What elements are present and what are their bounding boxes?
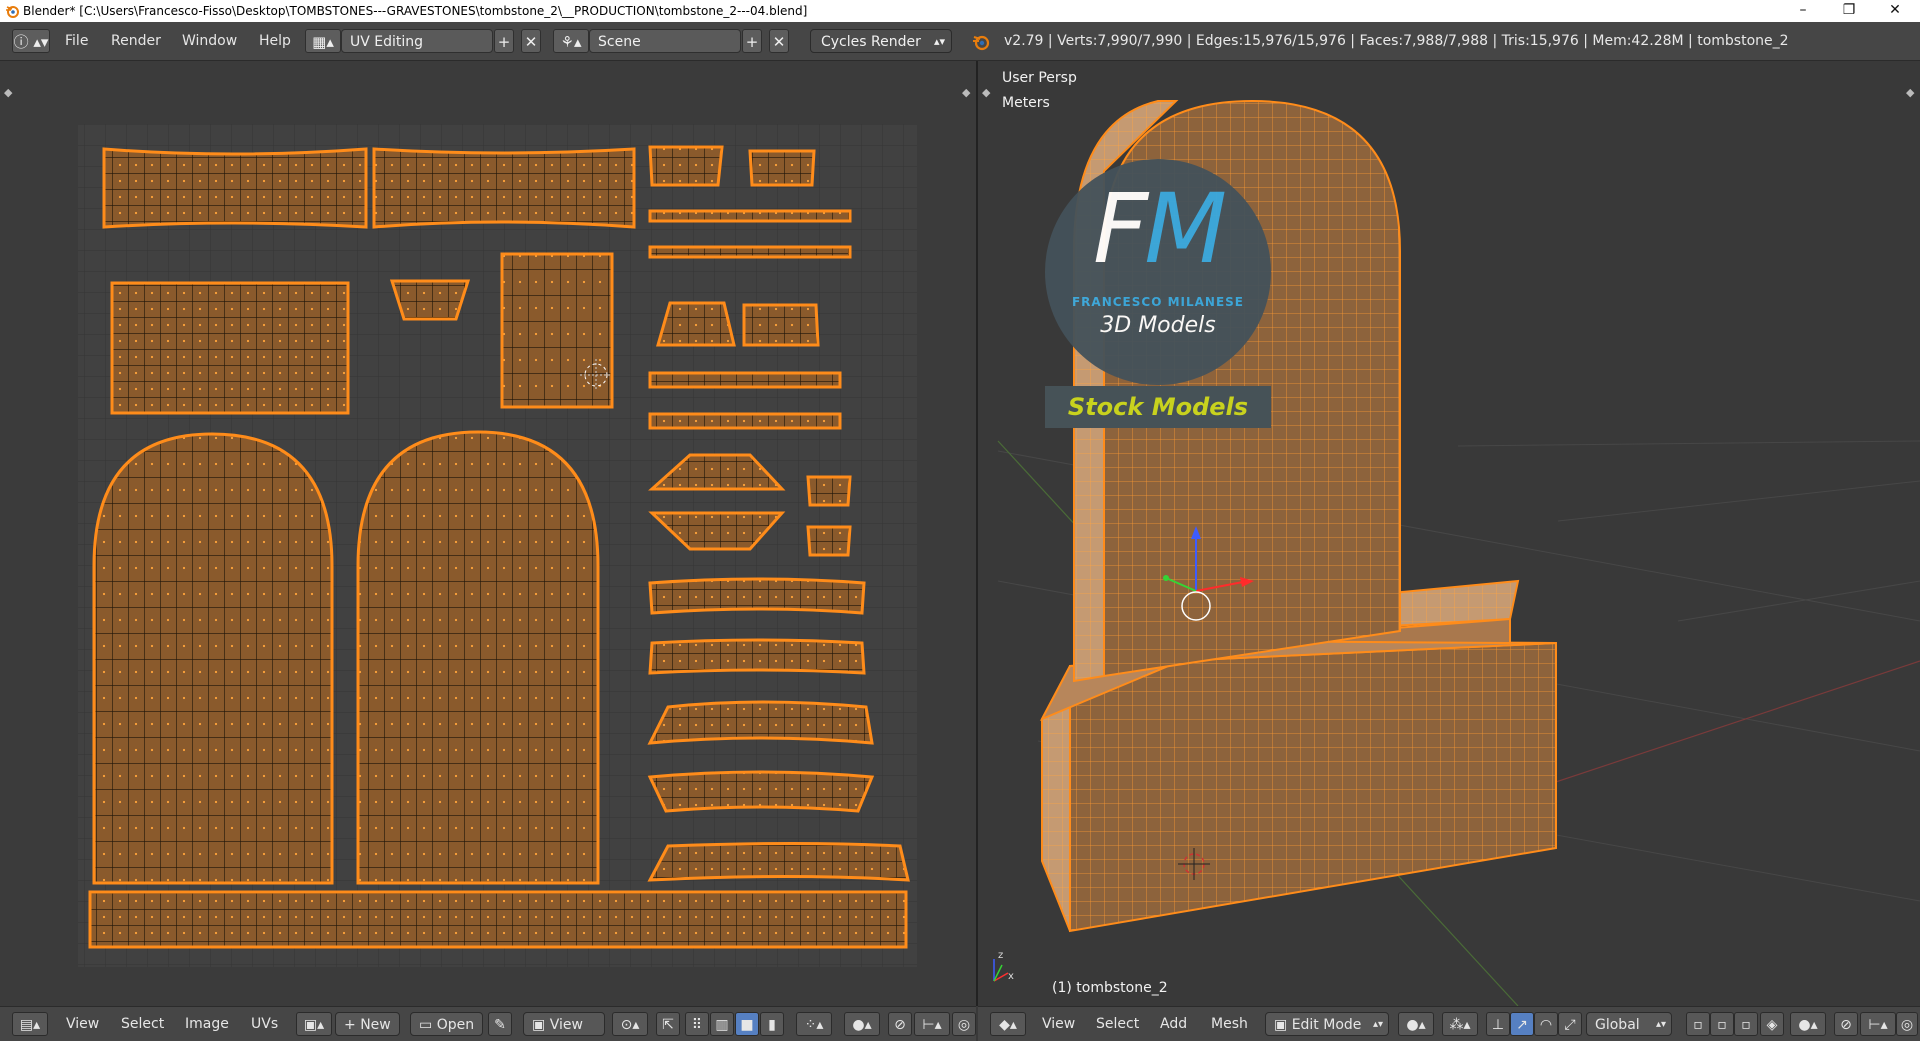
render-preview-icon[interactable]: ◎	[1896, 1012, 1918, 1036]
island-select-icon[interactable]: ▮	[760, 1012, 784, 1036]
proportional-edit-icon[interactable]: ●▴	[844, 1012, 880, 1036]
screen-layout-field[interactable]: UV Editing	[341, 29, 493, 53]
scene-icon[interactable]: ⚘▴	[553, 29, 589, 53]
scene-field[interactable]: Scene	[589, 29, 741, 53]
snap-element-icon[interactable]: ⊢▴	[914, 1012, 950, 1036]
open-image-label: Open	[436, 1017, 475, 1033]
uv-editor-header: ▤▴ View Select Image UVs ▣▴ + New ▭ Open…	[0, 1006, 976, 1041]
brand-tagline: Stock Models	[1045, 386, 1271, 428]
view3d-menu-mesh[interactable]: Mesh	[1211, 1012, 1248, 1036]
sticky-select-icon[interactable]: ⁘▴	[796, 1012, 832, 1036]
info-header: ⓘ ▴▾ File Render Window Help ▦▴ UV Editi…	[0, 22, 1920, 61]
udim-icon[interactable]: ◎	[952, 1012, 976, 1036]
remove-screen-icon[interactable]: ✕	[521, 29, 541, 53]
interaction-mode-label: Edit Mode	[1291, 1017, 1362, 1033]
add-screen-icon[interactable]: +	[494, 29, 514, 53]
interaction-mode-select[interactable]: ▣ Edit Mode ▴▾	[1265, 1012, 1389, 1036]
render-engine-label: Cycles Render	[821, 34, 921, 50]
editor-type-info-button[interactable]: ⓘ ▴▾	[12, 29, 50, 53]
face-select-icon[interactable]: ■	[735, 1012, 759, 1036]
edge-select-icon[interactable]: ▥	[710, 1012, 734, 1036]
plus-icon: +	[344, 1017, 361, 1033]
uv-menu-uvs[interactable]: UVs	[251, 1012, 278, 1036]
menu-window[interactable]: Window	[182, 29, 237, 53]
folder-icon: ▭	[419, 1017, 437, 1033]
vertex-select-icon[interactable]: ⠿	[685, 1012, 709, 1036]
scale-manipulator-icon[interactable]: ⤢	[1558, 1012, 1582, 1036]
add-scene-icon[interactable]: +	[742, 29, 762, 53]
tool-shelf-toggle-icon[interactable]: ◆	[982, 86, 991, 99]
uv-menu-select[interactable]: Select	[121, 1012, 164, 1036]
brand-logo-letters: FM	[1092, 173, 1227, 285]
remove-scene-icon[interactable]: ✕	[769, 29, 789, 53]
svg-text:x: x	[1008, 971, 1014, 982]
window-title: Blender* [C:\Users\Francesco-Fisso\Deskt…	[23, 4, 808, 18]
minimize-button[interactable]: –	[1780, 0, 1826, 22]
view-mode-label: View	[549, 1017, 583, 1033]
snap-icon[interactable]: ⊘	[888, 1012, 912, 1036]
brand-logo-circle: FM FRANCESCO MILANESE 3D Models	[1045, 159, 1271, 385]
view3d-menu-view[interactable]: View	[1042, 1012, 1075, 1036]
edit-mode-icon: ▣	[1274, 1017, 1292, 1033]
uv-menu-image[interactable]: Image	[185, 1012, 229, 1036]
pivot-icon[interactable]: ⊙▴	[612, 1012, 648, 1036]
new-image-label: New	[360, 1017, 391, 1033]
brand-author: FRANCESCO MILANESE	[1071, 295, 1245, 309]
uv-menu-view[interactable]: View	[66, 1012, 99, 1036]
dropdown-arrow-icon: ▴▾	[933, 35, 945, 48]
view3d-menu-add[interactable]: Add	[1160, 1012, 1187, 1036]
window-titlebar: Blender* [C:\Users\Francesco-Fisso\Deskt…	[0, 0, 1920, 22]
open-image-button[interactable]: ▭ Open	[410, 1012, 484, 1036]
scene-stats: v2.79 | Verts:7,990/7,990 | Edges:15,976…	[1004, 33, 1789, 49]
view-mode-icon: ▣	[532, 1017, 550, 1033]
new-image-button[interactable]: + New	[335, 1012, 400, 1036]
svg-text:z: z	[998, 950, 1003, 961]
info-icon: ⓘ ▴▾	[13, 33, 49, 51]
uv-editor[interactable]: ◆ ◆	[0, 61, 976, 1006]
layer-3-icon[interactable]: ▫	[1734, 1012, 1758, 1036]
editor-type-image-icon[interactable]: ▤▴	[12, 1012, 48, 1036]
screen-layout-icon[interactable]: ▦▴	[305, 29, 341, 53]
blender-logo-icon	[6, 6, 19, 18]
view-mode-select[interactable]: ▣ View	[523, 1012, 605, 1036]
layer-2-icon[interactable]: ▫	[1710, 1012, 1734, 1036]
brand-subtitle: 3D Models	[1100, 313, 1216, 338]
snap-element-icon[interactable]: ⊢▴	[1860, 1012, 1896, 1036]
close-window-button[interactable]: ✕	[1872, 0, 1918, 22]
menu-help[interactable]: Help	[259, 29, 291, 53]
rotate-manipulator-icon[interactable]: ◠	[1534, 1012, 1558, 1036]
properties-toggle-icon[interactable]: ◆	[1906, 86, 1915, 99]
dropdown-arrow-icon: ▴▾	[1372, 1019, 1383, 1030]
uv-canvas[interactable]: ◆ ◆	[0, 61, 976, 1006]
properties-toggle-icon[interactable]: ◆	[962, 86, 971, 99]
maximize-button[interactable]: ❐	[1826, 0, 1872, 22]
snap-icon[interactable]: ⊘	[1834, 1012, 1858, 1036]
tool-shelf-toggle-icon[interactable]: ◆	[4, 86, 13, 99]
viewport-shading-icon[interactable]: ●▴	[1398, 1012, 1434, 1036]
view3d-header: ◆▴ View Select Add Mesh ▣ Edit Mode ▴▾ ●…	[978, 1006, 1920, 1041]
occlude-geometry-icon[interactable]: ◈	[1760, 1012, 1784, 1036]
render-engine-select[interactable]: Cycles Render ▴▾	[810, 29, 952, 53]
axis-orientation-icon: z x	[993, 950, 1014, 982]
pin-icon[interactable]: ✎	[488, 1012, 512, 1036]
transform-orientation-label: Global	[1595, 1017, 1640, 1033]
translate-manipulator-icon[interactable]: ↗	[1510, 1012, 1534, 1036]
menu-render[interactable]: Render	[111, 29, 161, 53]
image-browse-icon[interactable]: ▣▴	[296, 1012, 332, 1036]
sync-selection-icon[interactable]: ⇱	[656, 1012, 680, 1036]
menu-file[interactable]: File	[65, 29, 88, 53]
editor-type-3dview-icon[interactable]: ◆▴	[990, 1012, 1026, 1036]
layer-1-icon[interactable]: ▫	[1686, 1012, 1710, 1036]
transform-orientation-select[interactable]: Global ▴▾	[1586, 1012, 1672, 1036]
blender-logo-icon	[973, 35, 990, 51]
manipulator-toggle-icon[interactable]: ⊥	[1486, 1012, 1510, 1036]
pivot-point-icon[interactable]: ⁂▴	[1442, 1012, 1478, 1036]
3d-viewport[interactable]: User Persp Meters (1) tombstone_2 z x ◆ …	[978, 61, 1920, 1006]
dropdown-arrow-icon: ▴▾	[1655, 1019, 1666, 1030]
view3d-menu-select[interactable]: Select	[1096, 1012, 1139, 1036]
proportional-edit-icon[interactable]: ●▴	[1790, 1012, 1826, 1036]
